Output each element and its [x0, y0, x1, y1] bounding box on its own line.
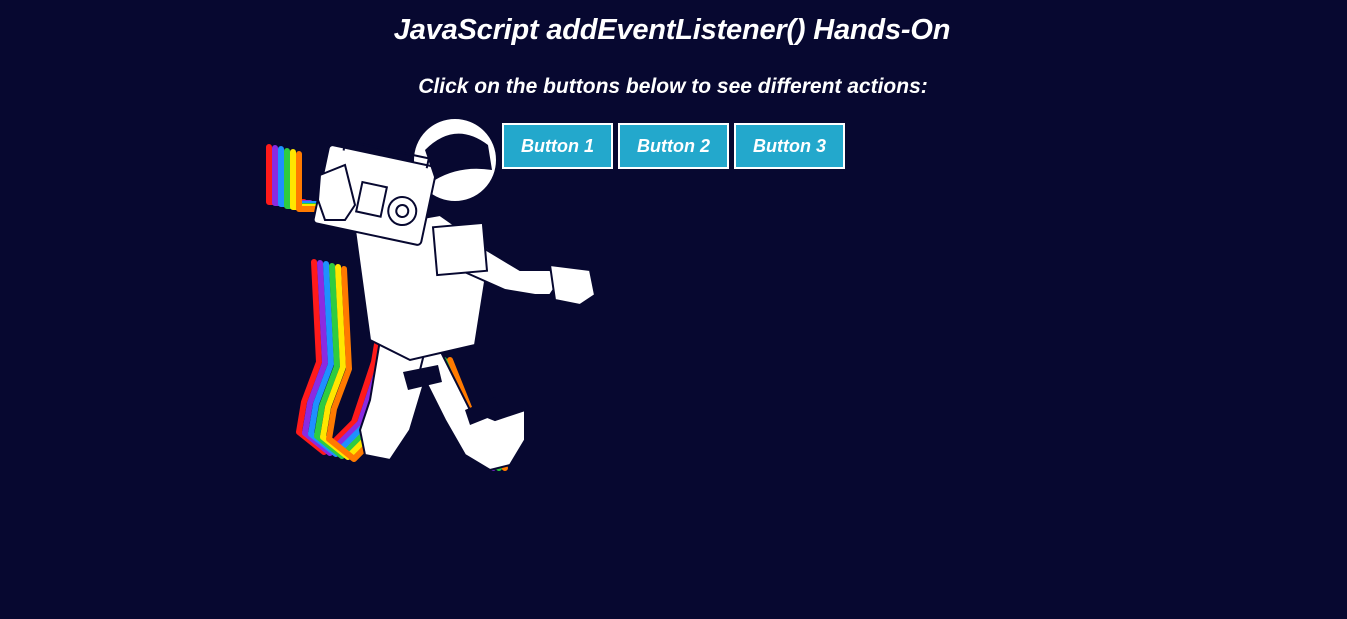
button-group: Button 1 Button 2 Button 3 — [502, 123, 845, 169]
button-1[interactable]: Button 1 — [502, 123, 613, 169]
page: JavaScript addEventListener() Hands-On C… — [0, 0, 1347, 619]
button-3[interactable]: Button 3 — [734, 123, 845, 169]
page-subtitle: Click on the buttons below to see differ… — [418, 75, 928, 98]
page-title: JavaScript addEventListener() Hands-On — [393, 14, 951, 46]
button-2[interactable]: Button 2 — [618, 123, 729, 169]
